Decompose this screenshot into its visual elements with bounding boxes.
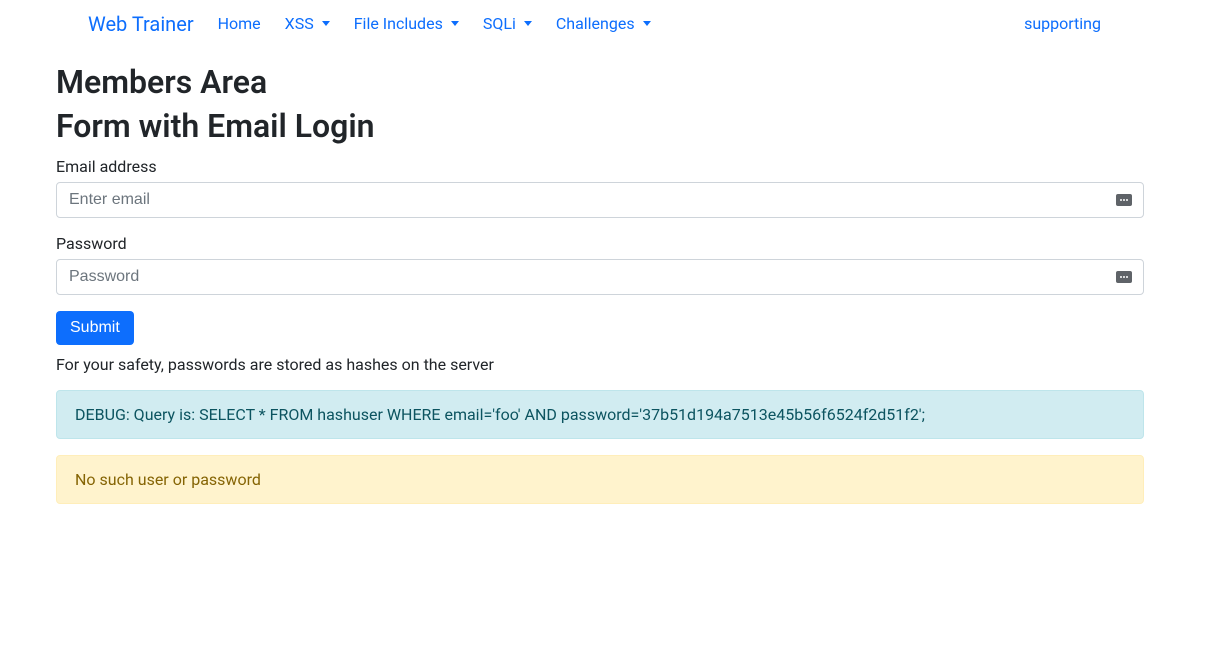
warning-alert: No such user or password bbox=[56, 455, 1144, 504]
nav-label: Home bbox=[218, 14, 261, 33]
nav-supporting[interactable]: supporting bbox=[1016, 8, 1109, 39]
nav-label: Challenges bbox=[556, 14, 635, 33]
page-title-2: Form with Email Login bbox=[56, 107, 1144, 145]
debug-alert: DEBUG: Query is: SELECT * FROM hashuser … bbox=[56, 390, 1144, 439]
email-input[interactable] bbox=[56, 182, 1144, 218]
password-label: Password bbox=[56, 234, 1144, 253]
autofill-icon[interactable] bbox=[1116, 194, 1132, 206]
submit-button[interactable]: Submit bbox=[56, 311, 134, 345]
nav-xss[interactable]: XSS bbox=[277, 8, 338, 39]
nav-label: SQLi bbox=[483, 14, 516, 33]
nav-label: File Includes bbox=[354, 14, 443, 33]
nav-list: Home XSS File Includes SQLi Challenges s… bbox=[210, 8, 1117, 39]
navbar: Web Trainer Home XSS File Includes SQLi … bbox=[72, 0, 1133, 47]
chevron-down-icon bbox=[451, 21, 459, 26]
autofill-icon[interactable] bbox=[1116, 271, 1132, 283]
nav-label: XSS bbox=[285, 14, 314, 33]
nav-home[interactable]: Home bbox=[210, 8, 269, 39]
nav-challenges[interactable]: Challenges bbox=[548, 8, 659, 39]
chevron-down-icon bbox=[322, 21, 330, 26]
email-label: Email address bbox=[56, 157, 1144, 176]
chevron-down-icon bbox=[643, 21, 651, 26]
nav-sqli[interactable]: SQLi bbox=[475, 8, 540, 39]
page-title-1: Members Area bbox=[56, 63, 1144, 101]
brand-link[interactable]: Web Trainer bbox=[88, 12, 194, 36]
safety-note: For your safety, passwords are stored as… bbox=[56, 355, 1144, 374]
chevron-down-icon bbox=[524, 21, 532, 26]
main-container: Members Area Form with Email Login Email… bbox=[0, 63, 1200, 504]
password-input[interactable] bbox=[56, 259, 1144, 295]
nav-file-includes[interactable]: File Includes bbox=[346, 8, 467, 39]
login-form: Email address Password Submit For your s… bbox=[56, 157, 1144, 374]
